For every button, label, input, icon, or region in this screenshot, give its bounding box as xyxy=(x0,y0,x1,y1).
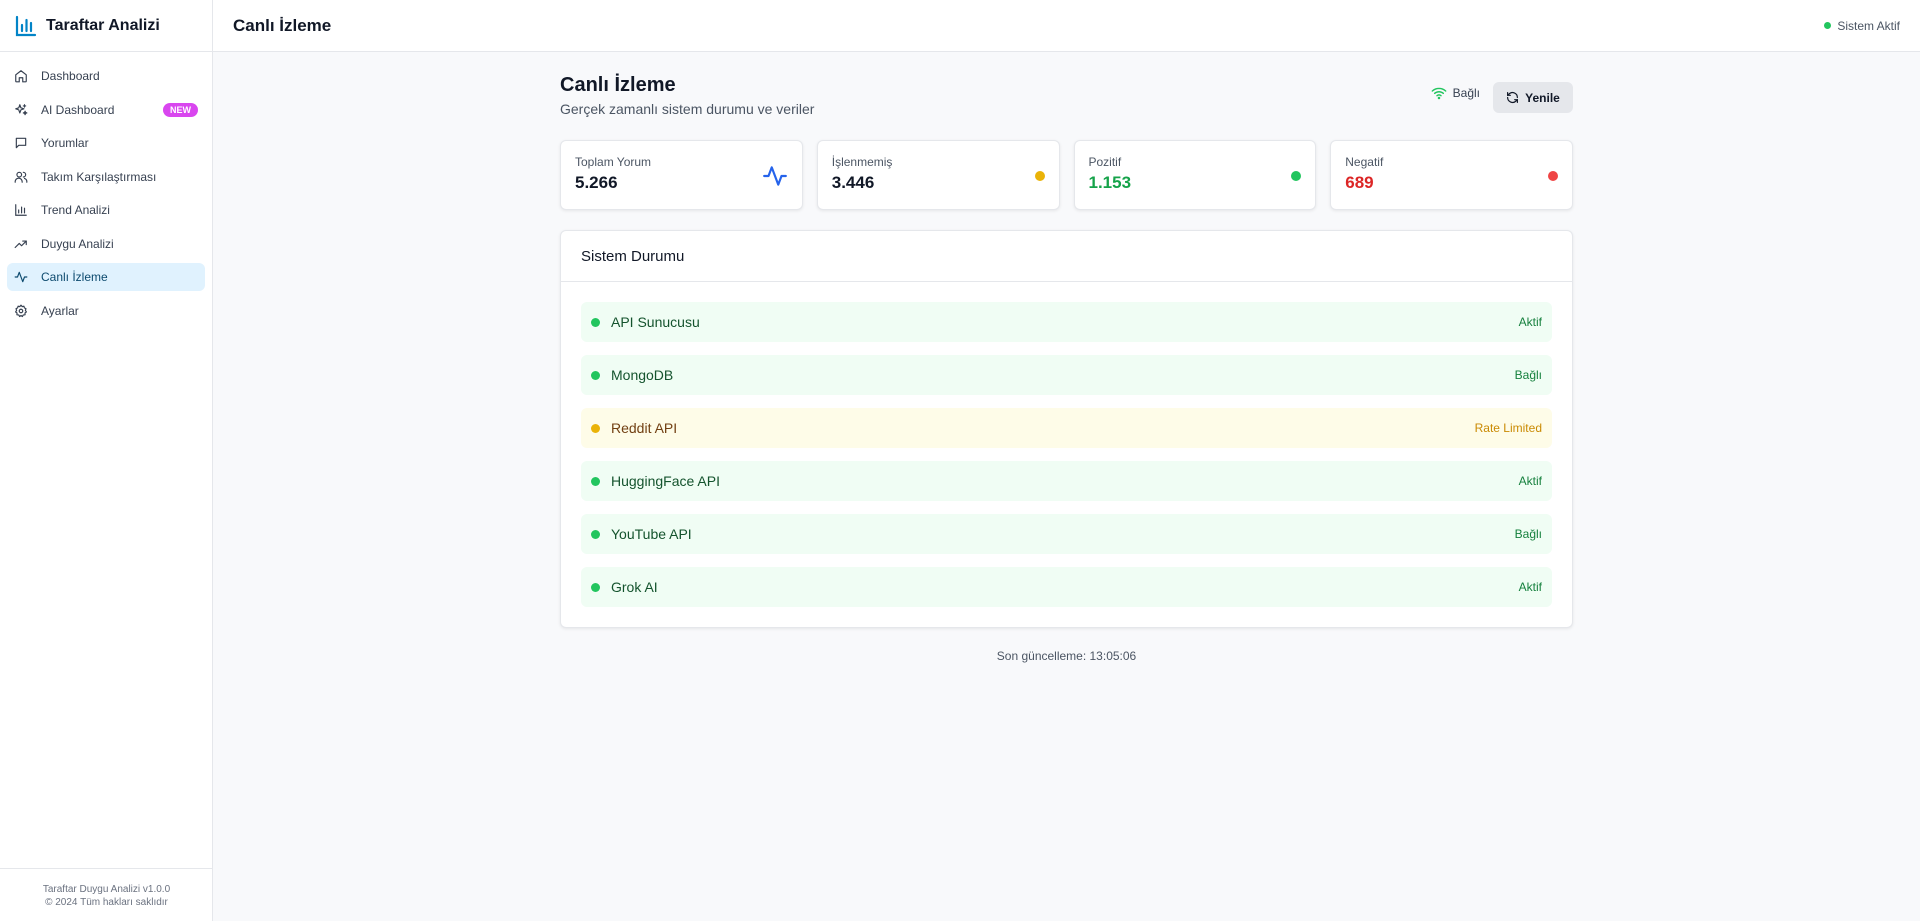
sidebar-item-ayarlar[interactable]: Ayarlar xyxy=(7,297,205,325)
service-state: Bağlı xyxy=(1514,368,1542,382)
sidebar-footer: Taraftar Duygu Analizi v1.0.0 © 2024 Tüm… xyxy=(0,883,213,909)
page-subtitle: Gerçek zamanlı sistem durumu ve veriler xyxy=(560,101,815,117)
bar-chart-icon xyxy=(14,203,28,217)
status-row-grok-ai: Grok AI Aktif xyxy=(581,567,1552,607)
stats-row: Toplam Yorum 5.266 İşlenmemiş 3.446 Pozi… xyxy=(560,140,1573,210)
app-version: Taraftar Duygu Analizi v1.0.0 xyxy=(42,884,171,895)
connection-status: Bağlı xyxy=(1431,86,1480,100)
system-status-indicator: Sistem Aktif xyxy=(1824,19,1900,33)
sidebar-item-label: Dashboard xyxy=(41,69,100,83)
page-header: Canlı İzleme Gerçek zamanlı sistem durum… xyxy=(560,52,1573,140)
stat-card-positive: Pozitif 1.153 xyxy=(1073,140,1317,210)
system-status-title: Sistem Durumu xyxy=(561,231,1572,282)
stat-value: 689 xyxy=(1345,173,1374,192)
page-title: Canlı İzleme xyxy=(560,74,676,96)
service-name: YouTube API xyxy=(611,526,692,542)
status-dot xyxy=(1824,22,1832,29)
sidebar-item-label: Duygu Analizi xyxy=(41,236,114,251)
status-dot xyxy=(591,476,600,486)
stat-card-unprocessed: İşlenmemiş 3.446 xyxy=(816,140,1060,210)
service-name: HuggingFace API xyxy=(611,473,720,489)
status-dot xyxy=(591,317,600,327)
stat-value: 3.446 xyxy=(831,173,875,192)
system-status-text: Sistem Aktif xyxy=(1837,18,1900,33)
message-icon xyxy=(14,136,28,150)
sidebar-footer-divider xyxy=(0,868,213,869)
sidebar-item-ai-dashboard[interactable]: AI Dashboard NEW xyxy=(7,96,205,124)
brand-title: Taraftar Analizi xyxy=(46,16,160,34)
service-name: API Sunucusu xyxy=(611,314,700,330)
sidebar-item-takim-karsilastirmasi[interactable]: Takım Karşılaştırması xyxy=(7,163,205,191)
refresh-button[interactable]: Yenile xyxy=(1493,82,1573,113)
top-header: Canlı İzleme Sistem Aktif xyxy=(213,0,1920,52)
stat-label: Negatif xyxy=(1345,155,1384,169)
stat-label: Toplam Yorum xyxy=(575,155,652,169)
main-content: Canlı İzleme Gerçek zamanlı sistem durum… xyxy=(560,52,1573,663)
home-icon xyxy=(14,69,28,83)
status-row-api-server: API Sunucusu Aktif xyxy=(581,302,1552,342)
service-state: Aktif xyxy=(1518,315,1542,329)
system-status-list: API Sunucusu Aktif MongoDB Bağlı Reddit … xyxy=(561,282,1572,627)
status-dot xyxy=(591,529,600,539)
status-row-mongodb: MongoDB Bağlı xyxy=(581,355,1552,395)
trending-up-icon xyxy=(14,237,28,251)
sidebar-item-label: Ayarlar xyxy=(41,303,79,318)
sidebar-item-duygu-analizi[interactable]: Duygu Analizi xyxy=(7,230,205,258)
activity-icon xyxy=(14,270,28,284)
sidebar-item-label: Trend Analizi xyxy=(41,203,110,217)
sidebar: Taraftar Analizi Dashboard AI Dashboard … xyxy=(0,0,213,921)
status-dot-indicator xyxy=(1548,168,1558,186)
status-dot xyxy=(591,582,600,592)
service-name: Grok AI xyxy=(611,579,658,595)
status-dot xyxy=(591,423,600,433)
service-name: MongoDB xyxy=(611,367,674,383)
stat-card-negative: Negatif 689 xyxy=(1330,140,1573,210)
system-status-card: Sistem Durumu API Sunucusu Aktif MongoDB… xyxy=(560,230,1573,628)
stat-label: Pozitif xyxy=(1088,155,1122,169)
service-state: Aktif xyxy=(1518,580,1542,594)
stat-label: İşlenmemiş xyxy=(831,155,893,169)
stat-value: 1.153 xyxy=(1088,173,1132,192)
connection-label: Bağlı xyxy=(1452,86,1480,100)
status-dot-indicator xyxy=(1291,168,1302,186)
sidebar-item-trend-analizi[interactable]: Trend Analizi xyxy=(7,196,205,224)
service-state: Aktif xyxy=(1518,474,1542,488)
status-row-youtube-api: YouTube API Bağlı xyxy=(581,514,1552,554)
status-row-huggingface-api: HuggingFace API Aktif xyxy=(581,461,1552,501)
sidebar-item-label: AI Dashboard xyxy=(41,102,115,117)
gear-icon xyxy=(14,304,28,318)
refresh-label: Yenile xyxy=(1525,90,1560,105)
service-state: Bağlı xyxy=(1514,527,1542,541)
sparkles-icon xyxy=(14,103,28,117)
users-icon xyxy=(14,170,28,184)
last-update-text: Son güncelleme: 13:05:06 xyxy=(996,649,1137,663)
service-name: Reddit API xyxy=(611,420,678,436)
status-row-reddit-api: Reddit API Rate Limited xyxy=(581,408,1552,448)
wifi-icon xyxy=(1431,86,1447,100)
copyright: © 2024 Tüm hakları saklıdır xyxy=(45,897,168,908)
sidebar-item-canli-izleme[interactable]: Canlı İzleme xyxy=(7,263,205,291)
activity-icon xyxy=(762,163,788,194)
status-dot-indicator xyxy=(1034,168,1045,186)
bar-chart-icon xyxy=(14,14,38,38)
header-title: Canlı İzleme xyxy=(233,15,332,35)
sidebar-item-label: Takım Karşılaştırması xyxy=(41,169,157,184)
sidebar-nav: Dashboard AI Dashboard NEW Yorumlar Takı… xyxy=(0,52,212,340)
sidebar-item-yorumlar[interactable]: Yorumlar xyxy=(7,129,205,157)
new-badge: NEW xyxy=(163,102,198,117)
service-state: Rate Limited xyxy=(1474,421,1542,435)
refresh-icon xyxy=(1506,91,1519,104)
brand[interactable]: Taraftar Analizi xyxy=(0,0,212,52)
status-dot xyxy=(591,370,600,380)
sidebar-item-dashboard[interactable]: Dashboard xyxy=(7,62,205,90)
sidebar-item-label: Canlı İzleme xyxy=(41,270,108,284)
stat-card-total-comments: Toplam Yorum 5.266 xyxy=(560,140,803,210)
sidebar-item-label: Yorumlar xyxy=(41,136,89,150)
stat-value: 5.266 xyxy=(575,173,618,192)
